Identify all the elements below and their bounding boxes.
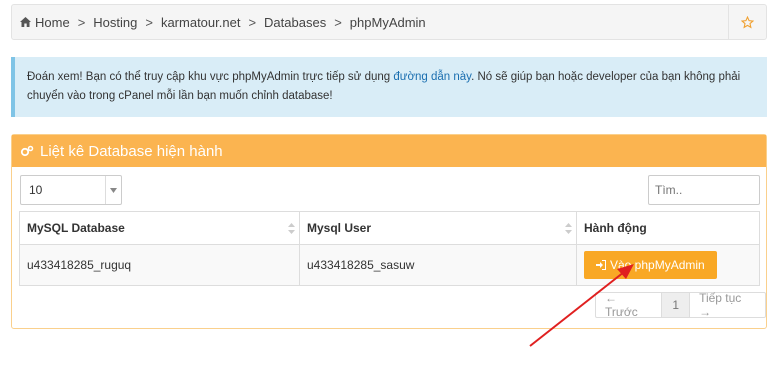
- breadcrumb-home[interactable]: Home: [35, 15, 70, 30]
- breadcrumb-separator: >: [248, 14, 257, 30]
- cogs-icon: [20, 145, 34, 157]
- breadcrumb-separator: >: [145, 14, 153, 30]
- favorite-button[interactable]: [728, 5, 766, 39]
- pagination-page[interactable]: 1: [661, 293, 691, 317]
- breadcrumb-current: phpMyAdmin: [349, 14, 426, 30]
- breadcrumb-databases[interactable]: Databases: [264, 15, 326, 30]
- database-table: MySQL Database Mysql User Hành động u433…: [19, 211, 760, 286]
- sort-icon: [565, 223, 572, 234]
- chevron-down-icon: [105, 176, 121, 204]
- breadcrumb-separator: >: [334, 14, 342, 30]
- table-header-row: MySQL Database Mysql User Hành động: [19, 211, 760, 245]
- breadcrumb-separator: >: [77, 14, 86, 30]
- column-header-label: MySQL Database: [27, 221, 125, 235]
- home-icon: [20, 17, 31, 27]
- breadcrumb-hosting[interactable]: Hosting: [93, 15, 137, 30]
- column-header-database[interactable]: MySQL Database: [19, 211, 300, 245]
- column-header-label: Mysql User: [307, 221, 372, 235]
- breadcrumb: Home > Hosting > karmatour.net > Databas…: [20, 5, 426, 39]
- page-length-value: 10: [29, 183, 43, 197]
- breadcrumb-bar: Home > Hosting > karmatour.net > Databas…: [11, 4, 767, 40]
- panel-header: Liệt kê Database hiện hành: [12, 135, 766, 167]
- cell-database: u433418285_ruguq: [19, 244, 300, 286]
- search-input[interactable]: [648, 175, 760, 205]
- annotation-arrow: [529, 264, 634, 347]
- panel-title: Liệt kê Database hiện hành: [40, 142, 223, 160]
- database-list-panel: Liệt kê Database hiện hành 10 MySQL Data…: [11, 134, 767, 329]
- table-row: u433418285_ruguq u433418285_sasuw Vào ph…: [19, 244, 760, 286]
- column-header-action: Hành động: [576, 211, 760, 245]
- pagination-next[interactable]: Tiếp tục →: [690, 291, 765, 319]
- column-header-label: Hành động: [584, 221, 647, 235]
- star-icon: [741, 15, 754, 28]
- alert-link[interactable]: đường dẫn này: [393, 71, 471, 83]
- column-header-user[interactable]: Mysql User: [299, 211, 577, 245]
- breadcrumb-domain[interactable]: karmatour.net: [161, 15, 241, 30]
- alert-text-before: Đoán xem! Bạn có thể truy cập khu vực ph…: [27, 71, 394, 83]
- info-alert: Đoán xem! Bạn có thể truy cập khu vực ph…: [11, 57, 767, 117]
- page-length-select[interactable]: 10: [20, 175, 122, 205]
- sort-icon: [288, 223, 295, 234]
